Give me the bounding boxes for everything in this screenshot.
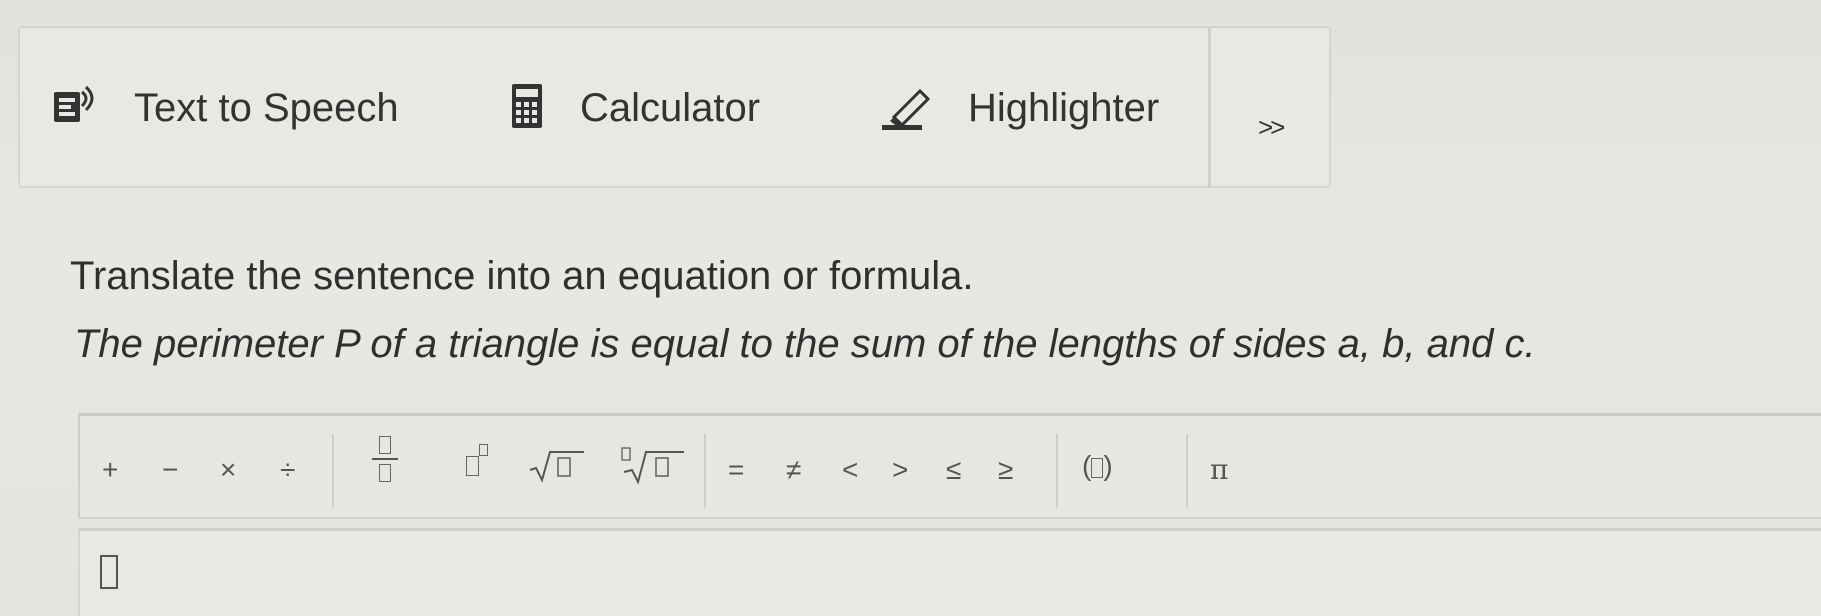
less-than-button[interactable]: < — [842, 456, 858, 484]
plus-button[interactable]: + — [102, 456, 118, 484]
pi-button[interactable]: π — [1210, 456, 1228, 484]
calculator-icon — [508, 82, 548, 135]
times-button[interactable]: × — [220, 456, 236, 484]
greater-than-button[interactable]: > — [892, 456, 908, 484]
minus-button[interactable]: − — [162, 456, 178, 484]
not-equal-button[interactable]: ≠ — [786, 456, 801, 484]
highlighter-label: Highlighter — [968, 85, 1160, 130]
question-instruction: Translate the sentence into an equation … — [70, 254, 974, 298]
answer-input[interactable] — [78, 528, 1821, 616]
calculator-label: Calculator — [580, 85, 761, 130]
highlighter-icon — [880, 81, 936, 136]
square-root-icon — [529, 451, 584, 483]
fraction-button[interactable] — [365, 436, 405, 482]
equals-button[interactable]: = — [728, 456, 744, 484]
text-to-speech-label: Text to Speech — [134, 85, 399, 130]
less-equal-button[interactable]: ≤ — [946, 456, 961, 484]
nth-root-button[interactable] — [620, 444, 686, 491]
paren-box-icon — [1091, 457, 1104, 478]
numerator-box-icon — [379, 436, 391, 454]
highlighter-button[interactable]: Highlighter — [880, 80, 1159, 136]
greater-equal-button[interactable]: ≥ — [998, 456, 1013, 484]
exponent-button[interactable] — [466, 444, 488, 478]
superscript-box-icon — [479, 444, 488, 456]
text-to-speech-button[interactable]: Text to Speech — [50, 80, 399, 136]
denominator-box-icon — [379, 464, 391, 482]
palette-divider — [332, 434, 334, 508]
divide-button[interactable]: ÷ — [280, 456, 295, 484]
palette-divider — [1056, 434, 1058, 508]
base-box-icon — [466, 455, 479, 476]
more-tools-button[interactable]: >> — [1258, 112, 1285, 143]
square-root-button[interactable] — [528, 448, 586, 489]
palette-divider — [704, 434, 706, 508]
speaker-icon — [50, 84, 102, 133]
input-placeholder-box-icon — [100, 555, 118, 589]
calculator-button[interactable]: Calculator — [508, 80, 760, 136]
math-palette: + − × ÷ = ≠ < > ≤ ≥ () π — [78, 413, 1821, 519]
parentheses-button[interactable]: () — [1082, 452, 1113, 480]
fraction-bar-icon — [372, 458, 398, 460]
nth-root-icon — [621, 447, 684, 485]
accessibility-toolbar: Text to Speech Calculator Highlighter >> — [18, 26, 1331, 188]
toolbar-divider — [1208, 28, 1211, 186]
question-sentence: The perimeter P of a triangle is equal t… — [74, 322, 1536, 366]
palette-divider — [1186, 434, 1188, 508]
